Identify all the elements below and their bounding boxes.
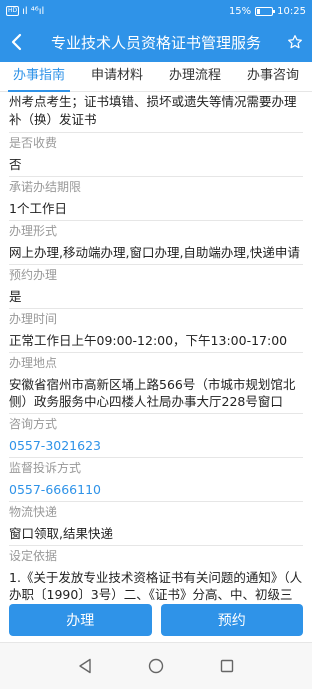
nav-back-icon <box>79 658 92 674</box>
signal-2: ⁴⁶ıl <box>30 5 45 17</box>
nav-home-button[interactable] <box>141 651 171 681</box>
tab-guide[interactable]: 办事指南 <box>0 62 78 92</box>
field-label: 是否收费 <box>9 136 58 150</box>
field-value: 安徽省宿州市高新区埇上路566号（市城市规划馆北侧）政务服务中心四楼人社局办事大… <box>9 377 296 409</box>
nav-recent-icon <box>220 659 233 673</box>
field-location: 办理地点 安徽省宿州市高新区埇上路566号（市城市规划馆北侧）政务服务中心四楼人… <box>9 353 303 414</box>
intro-text: 州考点考生；证书填错、损坏或遗失等情况需要办理补（换）发证书 <box>9 92 303 133</box>
tab-consult[interactable]: 办事咨询 <box>234 62 312 91</box>
nav-recent-button[interactable] <box>212 651 242 681</box>
complaint-phone-link[interactable]: 0557-6666110 <box>9 477 303 499</box>
action-bar: 办理 预约 <box>0 602 312 642</box>
status-bar: HD ıl ⁴⁶ıl 15% 10:25 <box>0 0 312 22</box>
clock: 10:25 <box>277 5 306 17</box>
signal-1: ıl <box>22 5 28 17</box>
tab-materials[interactable]: 申请材料 <box>78 62 156 91</box>
field-value: 否 <box>9 157 22 172</box>
battery-percent: 15% <box>228 5 252 17</box>
field-label: 办理地点 <box>9 356 58 370</box>
field-value: 正常工作日上午09:00-12:00，下午13:00-17:00 <box>9 333 288 348</box>
battery-icon <box>255 6 276 16</box>
field-label: 办理时间 <box>9 312 58 326</box>
field-deadline: 承诺办结期限 1个工作日 <box>9 177 303 221</box>
field-delivery: 物流快递 窗口领取,结果快递 <box>9 502 303 546</box>
appointment-button[interactable]: 预约 <box>160 604 303 636</box>
consult-phone-link[interactable]: 0557-3021623 <box>9 433 303 455</box>
field-value: 1.《关于发放专业技术资格证书有关问题的通知》（人办职〔1990〕3号）二、《证… <box>9 570 303 602</box>
field-label: 咨询方式 <box>9 417 58 431</box>
field-label: 设定依据 <box>9 549 58 563</box>
field-value: 1个工作日 <box>9 201 67 216</box>
back-button[interactable] <box>0 22 34 62</box>
field-value: 是 <box>9 289 22 304</box>
favorite-button[interactable] <box>278 22 312 62</box>
system-nav-bar <box>0 642 312 689</box>
tab-process[interactable]: 办理流程 <box>156 62 234 91</box>
field-label: 物流快递 <box>9 505 58 519</box>
field-label: 承诺办结期限 <box>9 180 82 194</box>
guide-content[interactable]: 州考点考生；证书填错、损坏或遗失等情况需要办理补（换）发证书 是否收费 否 承诺… <box>0 92 312 602</box>
field-basis: 设定依据 1.《关于发放专业技术资格证书有关问题的通知》（人办职〔1990〕3号… <box>9 546 303 602</box>
back-arrow-icon <box>11 33 22 51</box>
field-consult-phone: 咨询方式 0557-3021623 <box>9 414 303 458</box>
field-complaint-phone: 监督投诉方式 0557-6666110 <box>9 458 303 502</box>
field-form: 办理形式 网上办理,移动端办理,窗口办理,自助端办理,快递申请 <box>9 221 303 265</box>
field-value: 网上办理,移动端办理,窗口办理,自助端办理,快递申请 <box>9 245 300 260</box>
field-hours: 办理时间 正常工作日上午09:00-12:00，下午13:00-17:00 <box>9 309 303 353</box>
field-label: 办理形式 <box>9 224 58 238</box>
handle-button[interactable]: 办理 <box>9 604 152 636</box>
tab-bar: 办事指南 申请材料 办理流程 办事咨询 <box>0 62 312 92</box>
star-icon <box>288 35 302 49</box>
nav-home-icon <box>148 658 164 674</box>
hd-badge: HD <box>6 6 20 16</box>
field-label: 监督投诉方式 <box>9 461 82 475</box>
field-label: 预约办理 <box>9 268 58 282</box>
page-title: 专业技术人员资格证书管理服务 <box>50 33 261 52</box>
field-fee: 是否收费 否 <box>9 133 303 177</box>
field-value: 窗口领取,结果快递 <box>9 526 113 541</box>
title-bar: 专业技术人员资格证书管理服务 <box>0 22 312 62</box>
field-appointment: 预约办理 是 <box>9 265 303 309</box>
nav-back-button[interactable] <box>70 651 100 681</box>
